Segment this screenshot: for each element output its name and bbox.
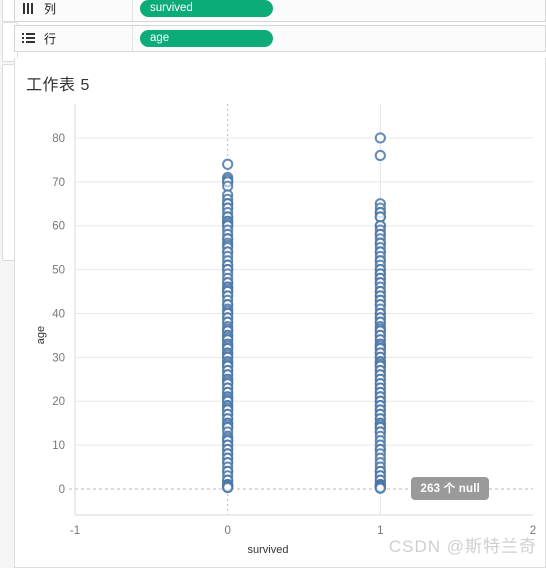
worksheet-pane: 工作表 5 0 10 20 30 40 50 60 70 80 -1 0 1 2 age surviv…	[14, 58, 546, 568]
y-axis-title: age	[35, 326, 47, 344]
data-point[interactable]	[222, 158, 234, 170]
y-tick-label: 0	[59, 484, 65, 496]
y-tick-label: 20	[52, 396, 65, 408]
y-tick-label: 50	[52, 265, 65, 277]
pill-survived[interactable]: survived	[140, 0, 273, 17]
gridlines	[75, 137, 533, 446]
tableau-worksheet-screen: 列 survived 行 age 工作表 5 0 10 20 30 40 50 …	[0, 0, 546, 568]
rows-shelf-label-box: 行	[15, 26, 133, 51]
x-tick-label: 1	[377, 525, 383, 537]
rows-shelf-dropzone[interactable]: age	[133, 26, 545, 51]
data-point[interactable]	[374, 482, 386, 494]
y-tick-label: 80	[52, 133, 65, 145]
axis-lines	[74, 104, 533, 516]
y-tick-label: 60	[52, 221, 65, 233]
columns-icon	[22, 3, 36, 14]
columns-shelf-label: 列	[44, 1, 57, 16]
rows-shelf[interactable]: 行 age	[14, 25, 546, 52]
null-count-badge[interactable]: 263 个 null	[411, 477, 489, 500]
x-axis-title: survived	[248, 544, 289, 556]
y-axis-tick-labels: 0 10 20 30 40 50 60 70 80	[52, 133, 65, 496]
pill-age[interactable]: age	[140, 30, 273, 47]
data-point[interactable]	[374, 132, 386, 144]
columns-shelf[interactable]: 列 survived	[14, 0, 546, 22]
y-tick-label: 30	[52, 352, 65, 364]
y-tick-label: 70	[52, 177, 65, 189]
y-tick-label: 10	[52, 440, 65, 452]
x-tick-label: -1	[70, 525, 80, 537]
columns-shelf-dropzone[interactable]: survived	[133, 0, 545, 21]
shelf-container: 列 survived 行 age	[14, 0, 546, 52]
rows-icon	[22, 33, 36, 44]
rows-shelf-label: 行	[44, 31, 57, 46]
columns-shelf-label-box: 列	[15, 0, 133, 21]
data-point[interactable]	[374, 149, 386, 162]
watermark: CSDN @斯特兰奇	[388, 537, 537, 556]
x-tick-label: 0	[224, 525, 230, 537]
reference-lines	[69, 104, 533, 515]
y-tick-label: 40	[52, 308, 65, 320]
data-point[interactable]	[222, 481, 234, 494]
